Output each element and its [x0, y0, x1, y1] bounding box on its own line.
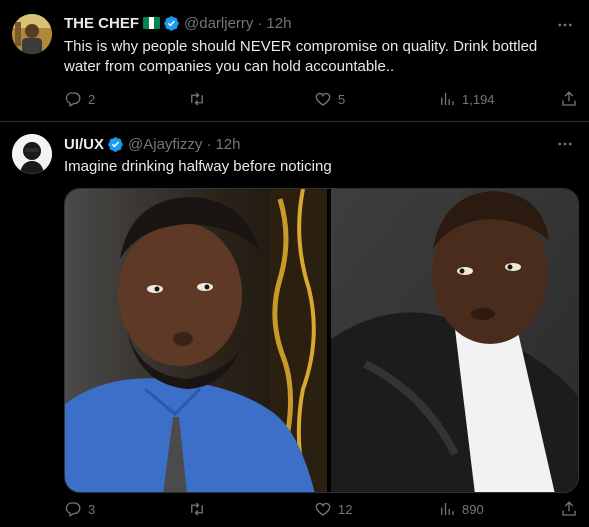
- right-photo-panel: [331, 189, 578, 492]
- verified-badge-icon: [164, 15, 179, 31]
- timestamp[interactable]: 12h: [215, 136, 240, 153]
- separator: ·: [257, 14, 263, 32]
- avatar[interactable]: [12, 134, 52, 174]
- reply-count: 2: [88, 91, 96, 107]
- share-button[interactable]: [560, 499, 578, 519]
- reply-count: 3: [88, 501, 96, 517]
- view-count: 890: [462, 501, 484, 517]
- like-icon: [315, 502, 331, 516]
- reply-icon: [65, 92, 81, 107]
- share-icon: [562, 501, 576, 516]
- tweet-header: THE CHEF @darljerry · 12h: [64, 13, 291, 33]
- action-bar: 2 5 1,194: [64, 89, 579, 109]
- separator: ·: [206, 135, 212, 153]
- tweet[interactable]: UI/UX @Ajayfizzy · 12h Imagine drinking …: [0, 122, 589, 527]
- more-icon[interactable]: [555, 15, 575, 35]
- display-name[interactable]: UI/UX: [64, 136, 104, 153]
- tweet-media-image[interactable]: [64, 188, 579, 493]
- retweet-button[interactable]: [188, 499, 212, 519]
- timestamp[interactable]: 12h: [266, 15, 291, 32]
- like-button[interactable]: 12: [314, 499, 352, 519]
- tweet-text: Imagine drinking halfway before noticing: [64, 158, 332, 175]
- action-bar: 3 12 890: [64, 499, 579, 519]
- avatar[interactable]: [12, 14, 52, 54]
- handle[interactable]: @darljerry: [184, 15, 253, 32]
- display-name[interactable]: THE CHEF: [64, 15, 139, 32]
- like-count: 5: [338, 91, 346, 107]
- retweet-button[interactable]: [188, 89, 212, 109]
- view-count: 1,194: [462, 91, 495, 107]
- tweet[interactable]: THE CHEF @darljerry · 12h This is why pe…: [0, 0, 589, 122]
- retweet-icon: [191, 502, 203, 516]
- views-button[interactable]: 1,194: [438, 89, 495, 109]
- like-button[interactable]: 5: [314, 89, 345, 109]
- verified-badge-icon: [108, 136, 123, 152]
- reply-button[interactable]: 2: [64, 89, 95, 109]
- share-icon: [562, 91, 576, 106]
- retweet-icon: [191, 92, 203, 106]
- tweet-text: This is why people should NEVER compromi…: [64, 38, 538, 75]
- views-icon: [441, 93, 454, 105]
- share-button[interactable]: [560, 89, 578, 109]
- like-count: 12: [338, 501, 353, 517]
- left-photo-panel: [65, 189, 327, 492]
- views-button[interactable]: 890: [438, 499, 484, 519]
- handle[interactable]: @Ajayfizzy: [128, 136, 202, 153]
- nigeria-flag-icon: [143, 17, 160, 29]
- like-icon: [315, 92, 331, 106]
- tweet-header: UI/UX @Ajayfizzy · 12h: [64, 134, 240, 154]
- more-icon[interactable]: [555, 134, 575, 154]
- views-icon: [441, 503, 454, 515]
- reply-icon: [65, 502, 81, 517]
- reply-button[interactable]: 3: [64, 499, 95, 519]
